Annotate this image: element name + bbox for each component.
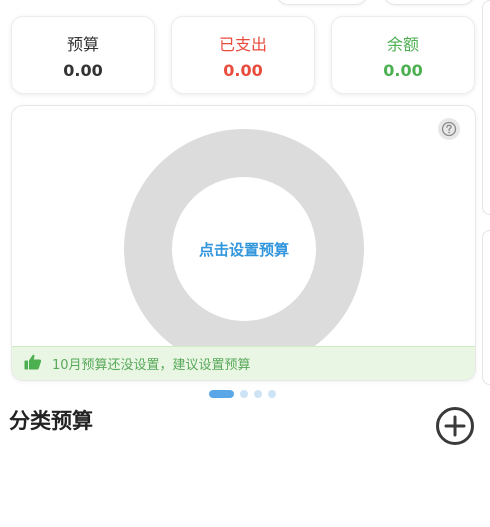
remaining-value: 0.00 [383,61,423,80]
pager-dot[interactable] [240,390,248,398]
category-budget-title: 分类预算 [9,409,93,433]
side-card-edge [482,0,490,215]
budget-card[interactable]: 预算 0.00 [11,16,155,94]
pager-dot[interactable] [254,390,262,398]
budget-chart-panel: 点击设置预算 10月预算还没设置，建议设置预算 [11,105,476,381]
budget-label: 预算 [66,35,99,54]
top-pill-right[interactable] [383,0,475,5]
set-budget-center[interactable]: 点击设置预算 [172,177,316,321]
tip-bar: 10月预算还没设置，建议设置预算 [12,346,475,380]
spent-value: 0.00 [223,61,263,80]
remaining-card[interactable]: 余额 0.00 [331,16,475,94]
top-pill-left[interactable] [276,0,368,5]
side-card-edge [482,230,490,385]
spent-card[interactable]: 已支出 0.00 [171,16,315,94]
remaining-label: 余额 [386,35,419,54]
set-budget-link[interactable]: 点击设置预算 [199,239,289,260]
pager-dot[interactable] [268,390,276,398]
spent-label: 已支出 [218,35,267,54]
budget-donut-chart: 点击设置预算 [124,129,364,369]
plus-circle-icon[interactable] [435,406,475,446]
question-circle-icon[interactable] [438,118,460,140]
budget-value: 0.00 [63,61,103,80]
tip-text: 10月预算还没设置，建议设置预算 [52,358,251,373]
thumbs-up-icon [24,354,42,374]
pager-dot-active[interactable] [209,390,234,398]
